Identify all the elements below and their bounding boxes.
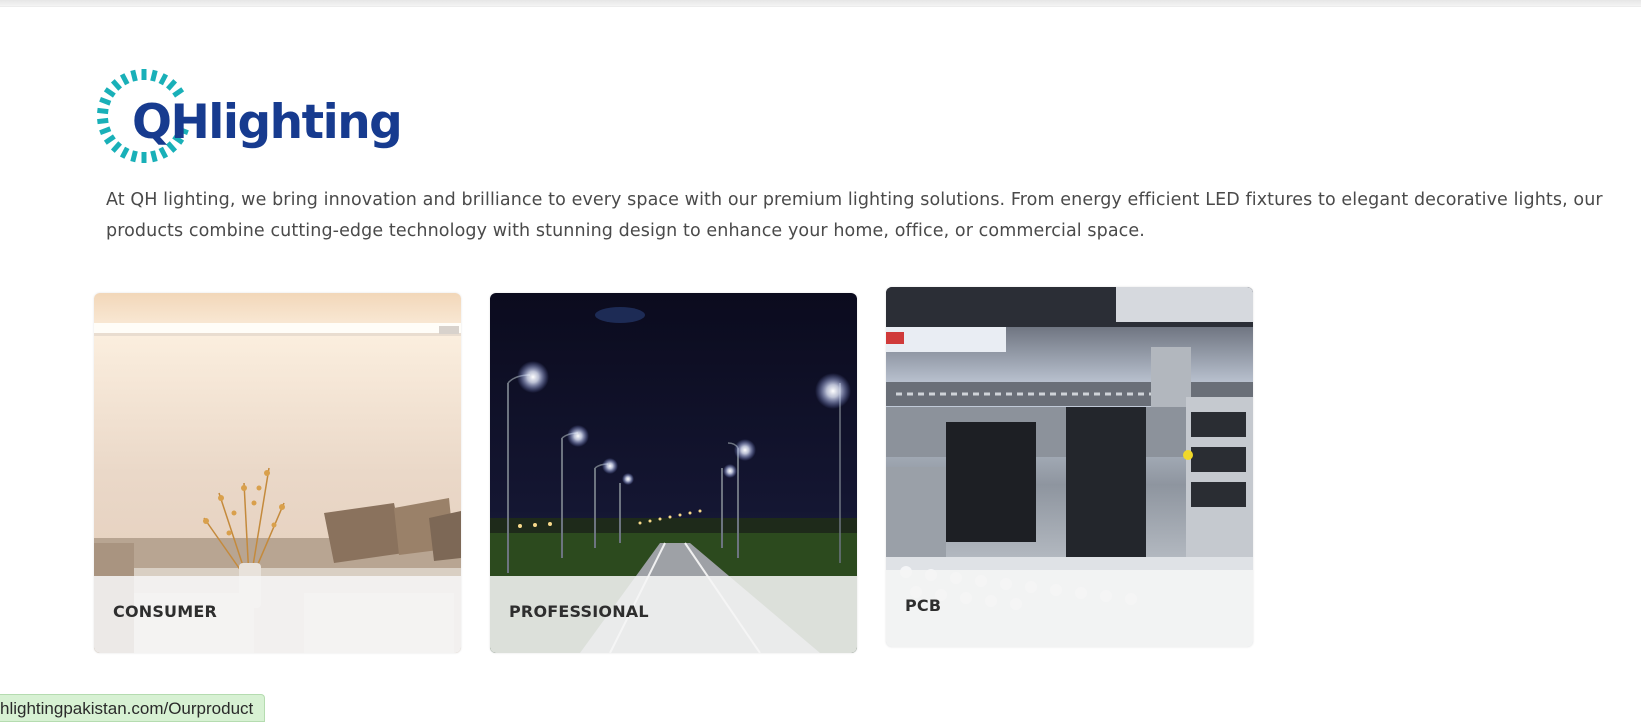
sunburst-ray: [158, 73, 169, 86]
sunburst-ray: [103, 134, 116, 145]
pcb-caption: PCB: [886, 570, 1253, 647]
professional-caption: PROFESSIONAL: [490, 576, 857, 653]
logo-wordmark: QHlighting: [132, 95, 401, 150]
qhlighting-logo-graphic: QHlighting: [97, 69, 403, 163]
sunburst-ray: [97, 107, 109, 115]
sunburst-ray: [130, 150, 138, 163]
category-card-consumer[interactable]: CONSUMER: [94, 293, 461, 653]
intro-line-2: products combine cutting-edge technology…: [106, 221, 1145, 241]
sunburst-ray: [97, 117, 109, 125]
sunburst-ray: [119, 73, 130, 86]
category-card-professional[interactable]: PROFESSIONAL: [490, 293, 857, 653]
sunburst-ray: [150, 69, 158, 82]
intro-paragraph: At QH lighting, we bring innovation and …: [106, 185, 1641, 247]
professional-label[interactable]: PROFESSIONAL: [509, 602, 649, 621]
sunburst-ray: [119, 146, 130, 159]
top-header-edge: [0, 0, 1641, 7]
consumer-label[interactable]: CONSUMER: [113, 602, 217, 621]
sunburst-ray: [150, 150, 158, 163]
intro-line-1: At QH lighting, we bring innovation and …: [106, 190, 1603, 210]
pcb-label[interactable]: PCB: [905, 596, 941, 615]
sunburst-ray: [99, 126, 112, 136]
qhlighting-logo[interactable]: QHlighting: [96, 68, 426, 172]
sunburst-ray: [110, 141, 122, 153]
sunburst-ray: [103, 87, 116, 98]
sunburst-ray: [110, 79, 122, 91]
sunburst-ray: [99, 96, 112, 106]
consumer-caption: CONSUMER: [94, 576, 461, 653]
sunburst-ray: [130, 69, 138, 82]
category-card-pcb[interactable]: PCB: [886, 287, 1253, 647]
sunburst-ray: [166, 79, 178, 91]
